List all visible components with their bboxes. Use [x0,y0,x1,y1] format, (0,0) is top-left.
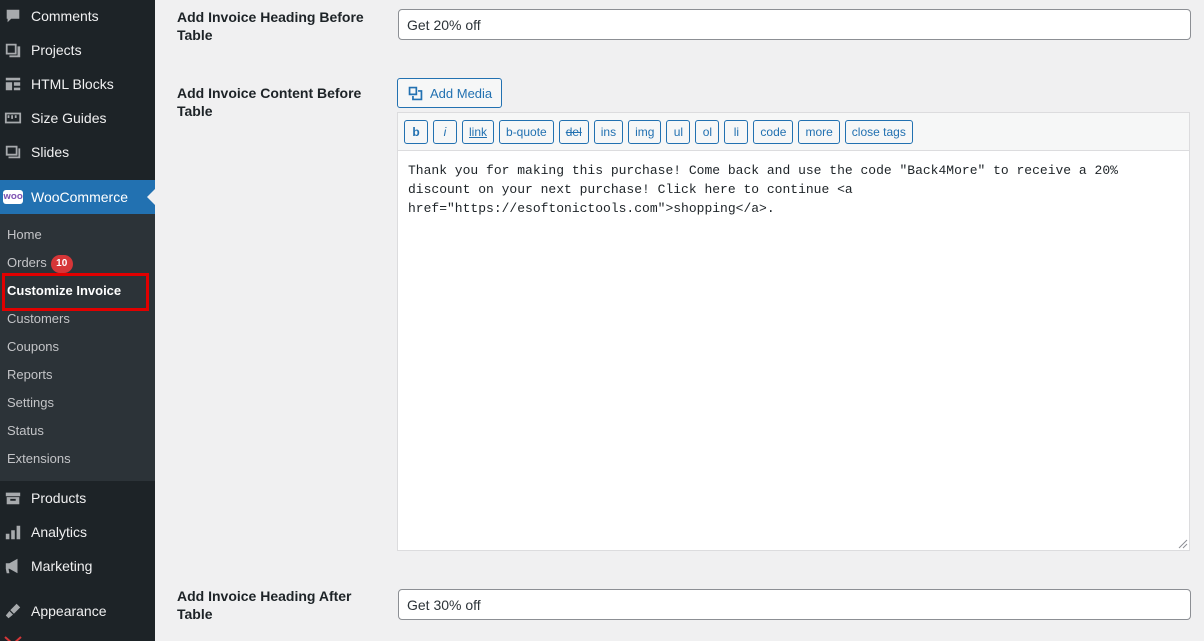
menu-item-analytics[interactable]: Analytics [0,515,155,549]
qt-more-button[interactable]: more [798,119,840,144]
qt-link-button[interactable]: link [462,119,495,144]
media-icon [408,86,423,100]
menu-label: Size Guides [31,110,107,126]
comments-icon [4,7,22,25]
submenu-label: Orders [7,255,47,270]
qt-blockquote-button[interactable]: b-quote [499,119,554,144]
heading-before-input[interactable] [398,9,1191,40]
appearance-icon [4,602,22,620]
qt-ul-button[interactable]: ul [666,119,691,144]
qt-bold-button[interactable]: b [404,119,428,144]
menu-item-size-guides[interactable]: Size Guides [0,101,155,135]
slides-icon [4,143,22,161]
menu-label: Products [31,490,87,506]
partial-menu-icon [4,632,22,641]
menu-label: WooCommerce [31,189,128,205]
marketing-icon [4,557,22,575]
customize-invoice-highlight [2,273,149,311]
content-editor: b i link b-quote del ins img ul ol li co… [397,112,1190,551]
menu-item-marketing[interactable]: Marketing [0,549,155,583]
size-guides-icon [4,109,22,127]
qt-del-button[interactable]: del [558,119,589,144]
submenu-item-reports[interactable]: Reports [7,365,53,385]
products-icon [4,489,22,507]
heading-before-label: Add Invoice Heading Before Table [177,9,364,43]
admin-sidebar: Comments Projects HTML Blocks Size Guide… [0,0,155,641]
menu-label: Appearance [31,603,107,619]
qt-img-button[interactable]: img [628,119,662,144]
menu-label: Projects [31,42,82,58]
resize-handle-icon[interactable] [1178,539,1188,549]
html-blocks-icon [4,75,22,93]
submenu-item-settings[interactable]: Settings [7,393,54,413]
submenu-item-orders[interactable]: Orders 10 [7,253,73,273]
qt-li-button[interactable]: li [724,119,749,144]
menu-item-comments[interactable]: Comments [0,0,155,33]
qt-ins-button[interactable]: ins [593,119,624,144]
menu-item-html-blocks[interactable]: HTML Blocks [0,67,155,101]
content-textarea[interactable]: Thank you for making this purchase! Come… [398,151,1189,550]
content-before-label: Add Invoice Content Before Table [177,85,362,119]
woocommerce-icon: WOO [3,190,23,204]
menu-label: Marketing [31,558,93,574]
woocommerce-submenu: Home Orders 10 Customize Invoice Customer… [0,214,155,481]
qt-close-tags-button[interactable]: close tags [844,119,913,144]
submenu-item-home[interactable]: Home [7,225,42,245]
menu-item-slides[interactable]: Slides [0,135,155,169]
menu-item-woocommerce[interactable]: WOO WooCommerce [0,180,155,214]
qt-italic-button[interactable]: i [433,119,457,144]
menu-label: HTML Blocks [31,76,114,92]
menu-label: Slides [31,144,70,160]
submenu-item-extensions[interactable]: Extensions [7,449,71,469]
submenu-item-status[interactable]: Status [7,421,44,441]
add-media-label: Add Media [430,85,493,101]
qt-code-button[interactable]: code [753,119,794,144]
quicktags-toolbar: b i link b-quote del ins img ul ol li co… [398,113,1189,151]
heading-after-label: Add Invoice Heading After Table [177,588,352,622]
add-media-button[interactable]: Add Media [397,78,502,108]
submenu-item-customers[interactable]: Customers [7,309,70,329]
menu-label: Analytics [31,524,88,540]
menu-item-appearance[interactable]: Appearance [0,594,155,628]
projects-icon [4,41,22,59]
menu-item-products[interactable]: Products [0,481,155,515]
orders-count-badge: 10 [50,254,73,273]
menu-item-projects[interactable]: Projects [0,33,155,67]
menu-label: Comments [31,8,99,24]
qt-ol-button[interactable]: ol [695,119,720,144]
analytics-icon [4,523,22,541]
heading-after-input[interactable] [398,589,1191,620]
submenu-item-coupons[interactable]: Coupons [7,337,59,357]
